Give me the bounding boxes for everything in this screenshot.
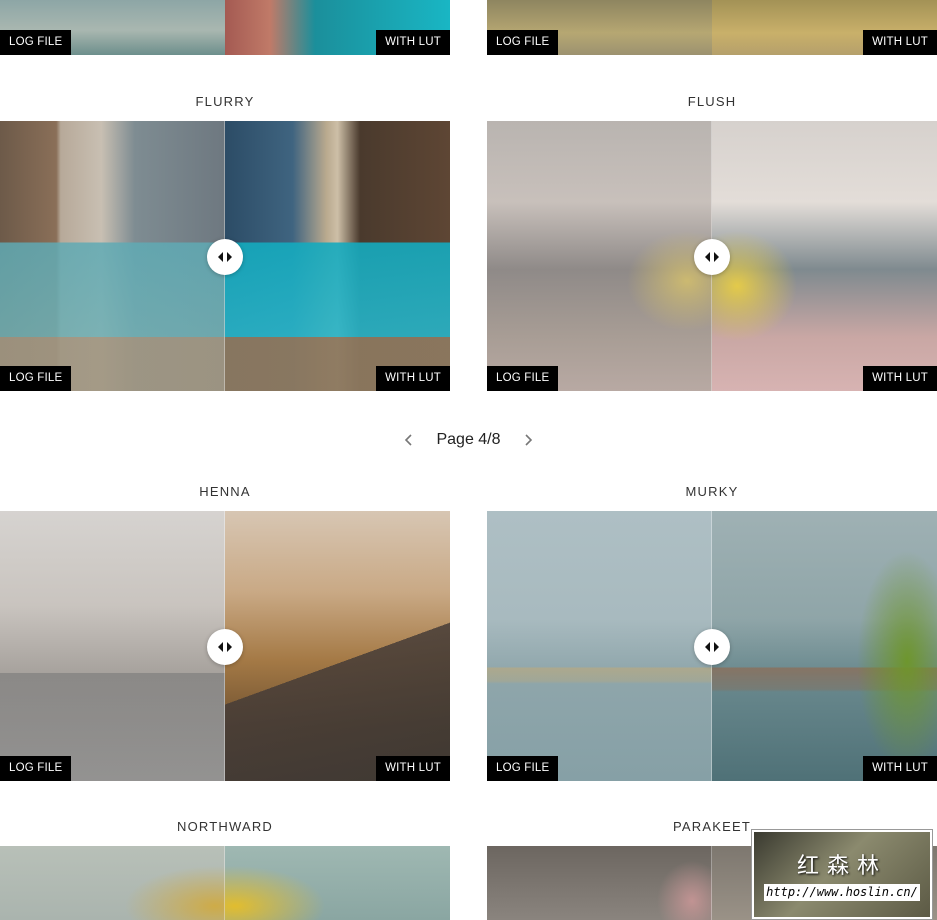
next-page-button[interactable] xyxy=(513,425,543,455)
compare-arrows-icon xyxy=(705,252,719,262)
chevron-left-icon xyxy=(405,434,413,446)
preset-card-murky: MURKY LOG FILE WITH LUT xyxy=(487,480,937,781)
comparison-image[interactable]: LOG FILE WITH LUT xyxy=(0,121,450,391)
preset-card-top-left: LOG FILE WITH LUT xyxy=(0,0,450,55)
comparison-image[interactable]: LOG FILE WITH LUT xyxy=(487,511,937,781)
compare-slider-handle[interactable] xyxy=(694,629,730,665)
comparison-image[interactable]: LOG FILE WITH LUT xyxy=(487,121,937,391)
preset-title: HENNA xyxy=(199,484,251,499)
log-file-label: LOG FILE xyxy=(0,366,72,391)
page-indicator: Page 4/8 xyxy=(436,431,501,448)
log-file-label: LOG FILE xyxy=(487,30,559,55)
pagination: Page 4/8 xyxy=(0,425,937,455)
compare-slider-handle[interactable] xyxy=(207,239,243,275)
watermark-chinese-text: 红森林 xyxy=(796,854,887,879)
watermark-logo: 红森林 http://www.hoslin.cn/ xyxy=(752,830,932,919)
with-lut-label: WITH LUT xyxy=(376,30,450,55)
preset-card-top-right: LOG FILE WITH LUT xyxy=(487,0,937,55)
preset-title: MURKY xyxy=(685,484,739,499)
compare-slider-handle[interactable] xyxy=(207,629,243,665)
compare-slider-handle[interactable] xyxy=(694,239,730,275)
with-lut-label: WITH LUT xyxy=(376,366,450,391)
with-lut-label: WITH LUT xyxy=(863,756,937,781)
prev-page-button[interactable] xyxy=(394,425,424,455)
compare-arrows-icon xyxy=(218,252,232,262)
preset-title: NORTHWARD xyxy=(176,819,274,834)
preset-title: FLURRY xyxy=(195,94,255,109)
log-file-label: LOG FILE xyxy=(487,366,559,391)
preset-title: FLUSH xyxy=(687,94,737,109)
comparison-image[interactable]: LOG FILE WITH LUT xyxy=(0,511,450,781)
log-file-label: LOG FILE xyxy=(0,30,72,55)
preset-card-flush: FLUSH LOG FILE WITH LUT xyxy=(487,90,937,391)
compare-arrows-icon xyxy=(218,642,232,652)
preset-card-northward: NORTHWARD xyxy=(0,815,450,920)
with-lut-label: WITH LUT xyxy=(863,30,937,55)
chevron-right-icon xyxy=(524,434,532,446)
log-file-label: LOG FILE xyxy=(487,756,559,781)
preset-card-flurry: FLURRY LOG FILE WITH LUT xyxy=(0,90,450,391)
watermark-url: http://www.hoslin.cn/ xyxy=(764,884,920,901)
compare-arrows-icon xyxy=(705,642,719,652)
with-lut-label: WITH LUT xyxy=(376,756,450,781)
comparison-image[interactable] xyxy=(0,846,450,920)
comparison-image[interactable]: LOG FILE WITH LUT xyxy=(0,0,450,55)
with-lut-label: WITH LUT xyxy=(863,366,937,391)
comparison-image[interactable]: LOG FILE WITH LUT xyxy=(487,0,937,55)
log-file-label: LOG FILE xyxy=(0,756,72,781)
preset-card-henna: HENNA LOG FILE WITH LUT xyxy=(0,480,450,781)
